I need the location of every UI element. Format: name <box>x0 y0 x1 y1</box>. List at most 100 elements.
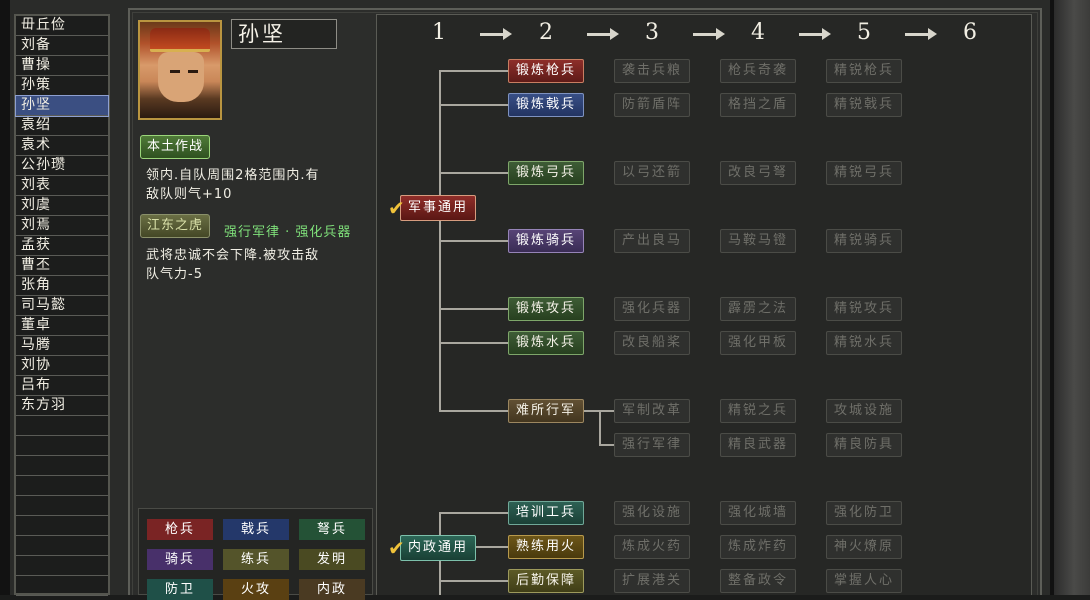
tech-node[interactable]: 格挡之盾 <box>720 93 796 117</box>
unit-button-halberd[interactable]: 戟兵 <box>223 519 289 540</box>
tech-node[interactable]: 军制改革 <box>614 399 690 423</box>
officer-list-row[interactable]: 吕布 <box>16 376 108 396</box>
officer-list-row[interactable]: 曹丕 <box>16 256 108 276</box>
officer-list-row[interactable]: 袁绍 <box>16 116 108 136</box>
officer-list-row[interactable]: 张角 <box>16 276 108 296</box>
tech-node[interactable]: 锻炼弓兵 <box>508 161 584 185</box>
officer-list-row[interactable]: 毌丘俭 <box>16 16 108 36</box>
tech-node[interactable]: 袭击兵粮 <box>614 59 690 83</box>
officer-list-row[interactable]: 孟获 <box>16 236 108 256</box>
unit-button-invention[interactable]: 发明 <box>299 549 365 570</box>
officer-list-row[interactable]: 刘表 <box>16 176 108 196</box>
officer-list-row[interactable]: 刘焉 <box>16 216 108 236</box>
tree-connector <box>599 444 614 446</box>
skill-desc-line: 敌队则气+10 <box>146 187 233 202</box>
tech-node[interactable]: 防箭盾阵 <box>614 93 690 117</box>
tech-node[interactable]: 精锐枪兵 <box>826 59 902 83</box>
officer-list-row[interactable] <box>16 496 108 516</box>
officer-list-row[interactable]: 公孙瓒 <box>16 156 108 176</box>
officer-list[interactable]: 毌丘俭 刘备 曹操 孙策 孙坚 袁绍 袁术 公孙瓒 刘表 刘虞 刘焉 孟获 曹丕 张角 司马懿 董卓 马腾 刘协吕… <box>14 14 110 596</box>
tech-node[interactable]: 精锐骑兵 <box>826 229 902 253</box>
officer-list-row[interactable]: 孙坚 <box>15 95 109 117</box>
tech-node[interactable]: 神火燎原 <box>826 535 902 559</box>
tech-node[interactable]: 产出良马 <box>614 229 690 253</box>
tech-node[interactable]: 强化甲板 <box>720 331 796 355</box>
unit-button-defense[interactable]: 防卫 <box>147 579 213 600</box>
tech-node[interactable]: 强化设施 <box>614 501 690 525</box>
unit-button-training[interactable]: 练兵 <box>223 549 289 570</box>
unit-button-spear[interactable]: 枪兵 <box>147 519 213 540</box>
column-number: 3 <box>645 20 659 45</box>
tech-node[interactable]: 炼成炸药 <box>720 535 796 559</box>
tech-node[interactable]: 后勤保障 <box>508 569 584 593</box>
tech-node[interactable]: 锻炼戟兵 <box>508 93 584 117</box>
tech-node[interactable]: 锻炼水兵 <box>508 331 584 355</box>
officer-list-row[interactable]: 袁术 <box>16 136 108 156</box>
unit-button-internal[interactable]: 内政 <box>299 579 365 600</box>
tech-node[interactable]: 精锐戟兵 <box>826 93 902 117</box>
arrow-icon <box>799 28 831 40</box>
tech-node[interactable]: 霹雳之法 <box>720 297 796 321</box>
officer-list-row[interactable] <box>16 456 108 476</box>
officer-list-row[interactable]: 曹操 <box>16 56 108 76</box>
check-icon: ✔ <box>388 536 405 560</box>
tech-node[interactable]: 攻城设施 <box>826 399 902 423</box>
skill-tag-jiangdong-tiger[interactable]: 江东之虎 <box>140 214 211 238</box>
tech-node[interactable]: 锻炼攻兵 <box>508 297 584 321</box>
tech-node[interactable]: 强化城墙 <box>720 501 796 525</box>
tech-node[interactable]: 枪兵奇袭 <box>720 59 796 83</box>
officer-list-row[interactable]: 刘协 <box>16 356 108 376</box>
tree-connector <box>439 240 509 242</box>
tech-node[interactable]: 精锐攻兵 <box>826 297 902 321</box>
officer-list-row[interactable]: 刘虞 <box>16 196 108 216</box>
tech-node[interactable]: 精锐之兵 <box>720 399 796 423</box>
officer-list-row[interactable]: 刘备 <box>16 36 108 56</box>
tech-node[interactable]: 难所行军 <box>508 399 584 423</box>
skill-tag-local-battle[interactable]: 本土作战 <box>140 135 211 159</box>
tech-node[interactable]: 精锐弓兵 <box>826 161 902 185</box>
tech-node[interactable]: 以弓还箭 <box>614 161 690 185</box>
officer-list-row[interactable] <box>16 536 108 556</box>
tree-connector <box>439 104 509 106</box>
root-military[interactable]: 军事通用 <box>400 195 476 221</box>
tree-connector <box>439 342 509 344</box>
tech-node[interactable]: 掌握人心 <box>826 569 902 593</box>
unit-button-cavalry[interactable]: 骑兵 <box>147 549 213 570</box>
tech-node[interactable]: 整备政令 <box>720 569 796 593</box>
tech-node[interactable]: 精良武器 <box>720 433 796 457</box>
column-number: 4 <box>751 20 765 45</box>
officer-list-row[interactable] <box>16 436 108 456</box>
arrow-icon <box>905 28 937 40</box>
officer-list-row[interactable]: 董卓 <box>16 316 108 336</box>
officer-list-row[interactable]: 东方羽 <box>16 396 108 416</box>
tech-node[interactable]: 锻炼枪兵 <box>508 59 584 83</box>
tech-node[interactable]: 马鞍马镫 <box>720 229 796 253</box>
officer-list-row[interactable]: 孙策 <box>16 76 108 96</box>
tech-node[interactable]: 熟练用火 <box>508 535 584 559</box>
officer-list-row[interactable]: 马腾 <box>16 336 108 356</box>
tech-node[interactable]: 强化防卫 <box>826 501 902 525</box>
officer-list-row[interactable] <box>16 516 108 536</box>
tech-node[interactable]: 炼成火药 <box>614 535 690 559</box>
officer-list-row[interactable] <box>16 576 108 596</box>
unit-button-crossbow[interactable]: 弩兵 <box>299 519 365 540</box>
tech-node[interactable]: 精锐水兵 <box>826 331 902 355</box>
officer-list-row[interactable]: 司马懿 <box>16 296 108 316</box>
officer-list-row[interactable] <box>16 556 108 576</box>
tech-node[interactable]: 扩展港关 <box>614 569 690 593</box>
root-civil[interactable]: 内政通用 <box>400 535 476 561</box>
tech-node[interactable]: 改良弓弩 <box>720 161 796 185</box>
tech-node[interactable]: 精良防具 <box>826 433 902 457</box>
tech-node[interactable]: 强行军律 <box>614 433 690 457</box>
tech-node[interactable]: 改良船桨 <box>614 331 690 355</box>
officer-list-row[interactable] <box>16 476 108 496</box>
tech-node[interactable]: 强化兵器 <box>614 297 690 321</box>
tech-node[interactable]: 培训工兵 <box>508 501 584 525</box>
skill-desc-line: 领内.自队周围2格范围内.有 <box>146 168 320 183</box>
tech-node[interactable]: 锻炼骑兵 <box>508 229 584 253</box>
unit-button-fire[interactable]: 火攻 <box>223 579 289 600</box>
tree-connector <box>439 308 509 310</box>
officer-list-row[interactable] <box>16 416 108 436</box>
arrow-icon <box>587 28 619 40</box>
tree-connector <box>439 172 509 174</box>
